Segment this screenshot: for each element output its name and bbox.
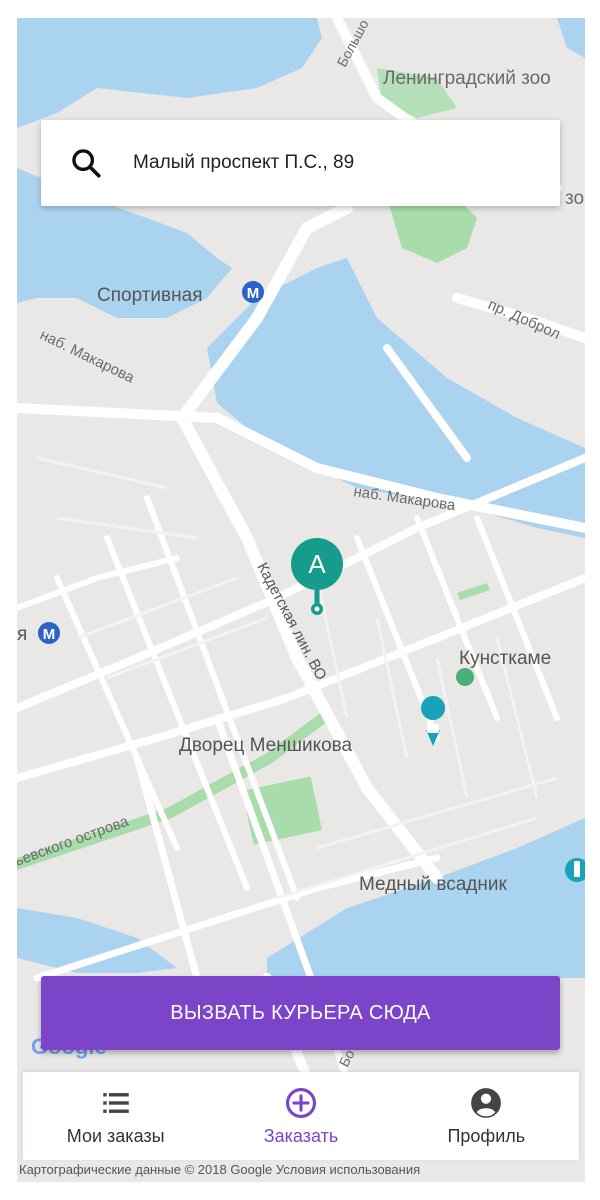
pin-letter: A bbox=[308, 549, 326, 579]
museum-poi-icon bbox=[456, 668, 474, 686]
add-circle-icon bbox=[285, 1087, 317, 1118]
label-metro-left: я bbox=[17, 624, 27, 645]
nav-item-orders[interactable]: Мои заказы bbox=[23, 1072, 208, 1160]
search-input[interactable]: Малый проспект П.С., 89 bbox=[133, 152, 354, 174]
nav-label-profile: Профиль bbox=[447, 1125, 526, 1146]
account-circle-icon bbox=[471, 1087, 502, 1118]
nav-label-orders: Мои заказы bbox=[66, 1125, 165, 1146]
bottom-navigation: Мои заказы Заказать Профиль bbox=[23, 1072, 579, 1160]
svg-text:M: M bbox=[43, 626, 56, 643]
label-menshikov: Дворец Меншикова bbox=[179, 735, 353, 756]
phone-screen: Большо Ленинградский зоо зо пр. Доброл С… bbox=[17, 18, 585, 1182]
metro-icon-left: M bbox=[38, 622, 60, 644]
metro-icon: M bbox=[242, 281, 264, 303]
label-zoo: Ленинградский зоо bbox=[383, 68, 551, 89]
list-icon bbox=[102, 1092, 129, 1113]
call-courier-button[interactable]: ВЫЗВАТЬ КУРЬЕРА СЮДА bbox=[41, 976, 560, 1050]
search-icon[interactable] bbox=[69, 146, 103, 180]
map-attribution[interactable]: Картографические данные © 2018 Google Ус… bbox=[19, 1162, 583, 1182]
pin-marker-icon: A bbox=[291, 538, 343, 615]
svg-text:M: M bbox=[247, 285, 260, 302]
label-medny: Медный всадник bbox=[359, 874, 507, 895]
nav-item-order[interactable]: Заказать bbox=[208, 1072, 393, 1160]
location-pin[interactable]: A bbox=[289, 538, 345, 618]
search-bar[interactable]: Малый проспект П.С., 89 bbox=[41, 120, 560, 206]
label-zo: зо bbox=[565, 188, 584, 209]
label-kunstkamera: Кунсткаме bbox=[459, 648, 551, 669]
label-sportivnaya: Спортивная bbox=[97, 285, 202, 306]
nav-item-profile[interactable]: Профиль bbox=[394, 1072, 579, 1160]
nav-label-order: Заказать bbox=[263, 1125, 339, 1146]
